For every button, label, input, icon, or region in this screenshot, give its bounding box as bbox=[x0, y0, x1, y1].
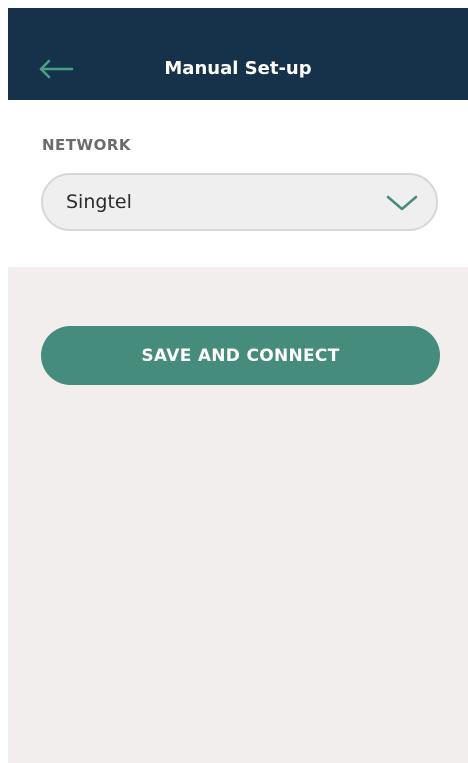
network-dropdown[interactable]: Singtel bbox=[41, 173, 438, 231]
app-header: Manual Set-up bbox=[8, 8, 468, 100]
chevron-down-icon bbox=[386, 195, 418, 211]
network-selected-value: Singtel bbox=[66, 191, 132, 213]
network-section: NETWORK Singtel bbox=[8, 100, 468, 267]
network-label: NETWORK bbox=[42, 136, 132, 154]
save-and-connect-button[interactable]: SAVE AND CONNECT bbox=[41, 326, 440, 385]
page-title: Manual Set-up bbox=[164, 58, 312, 79]
manual-setup-screen: Manual Set-up NETWORK Singtel SAVE AND C… bbox=[8, 8, 468, 763]
